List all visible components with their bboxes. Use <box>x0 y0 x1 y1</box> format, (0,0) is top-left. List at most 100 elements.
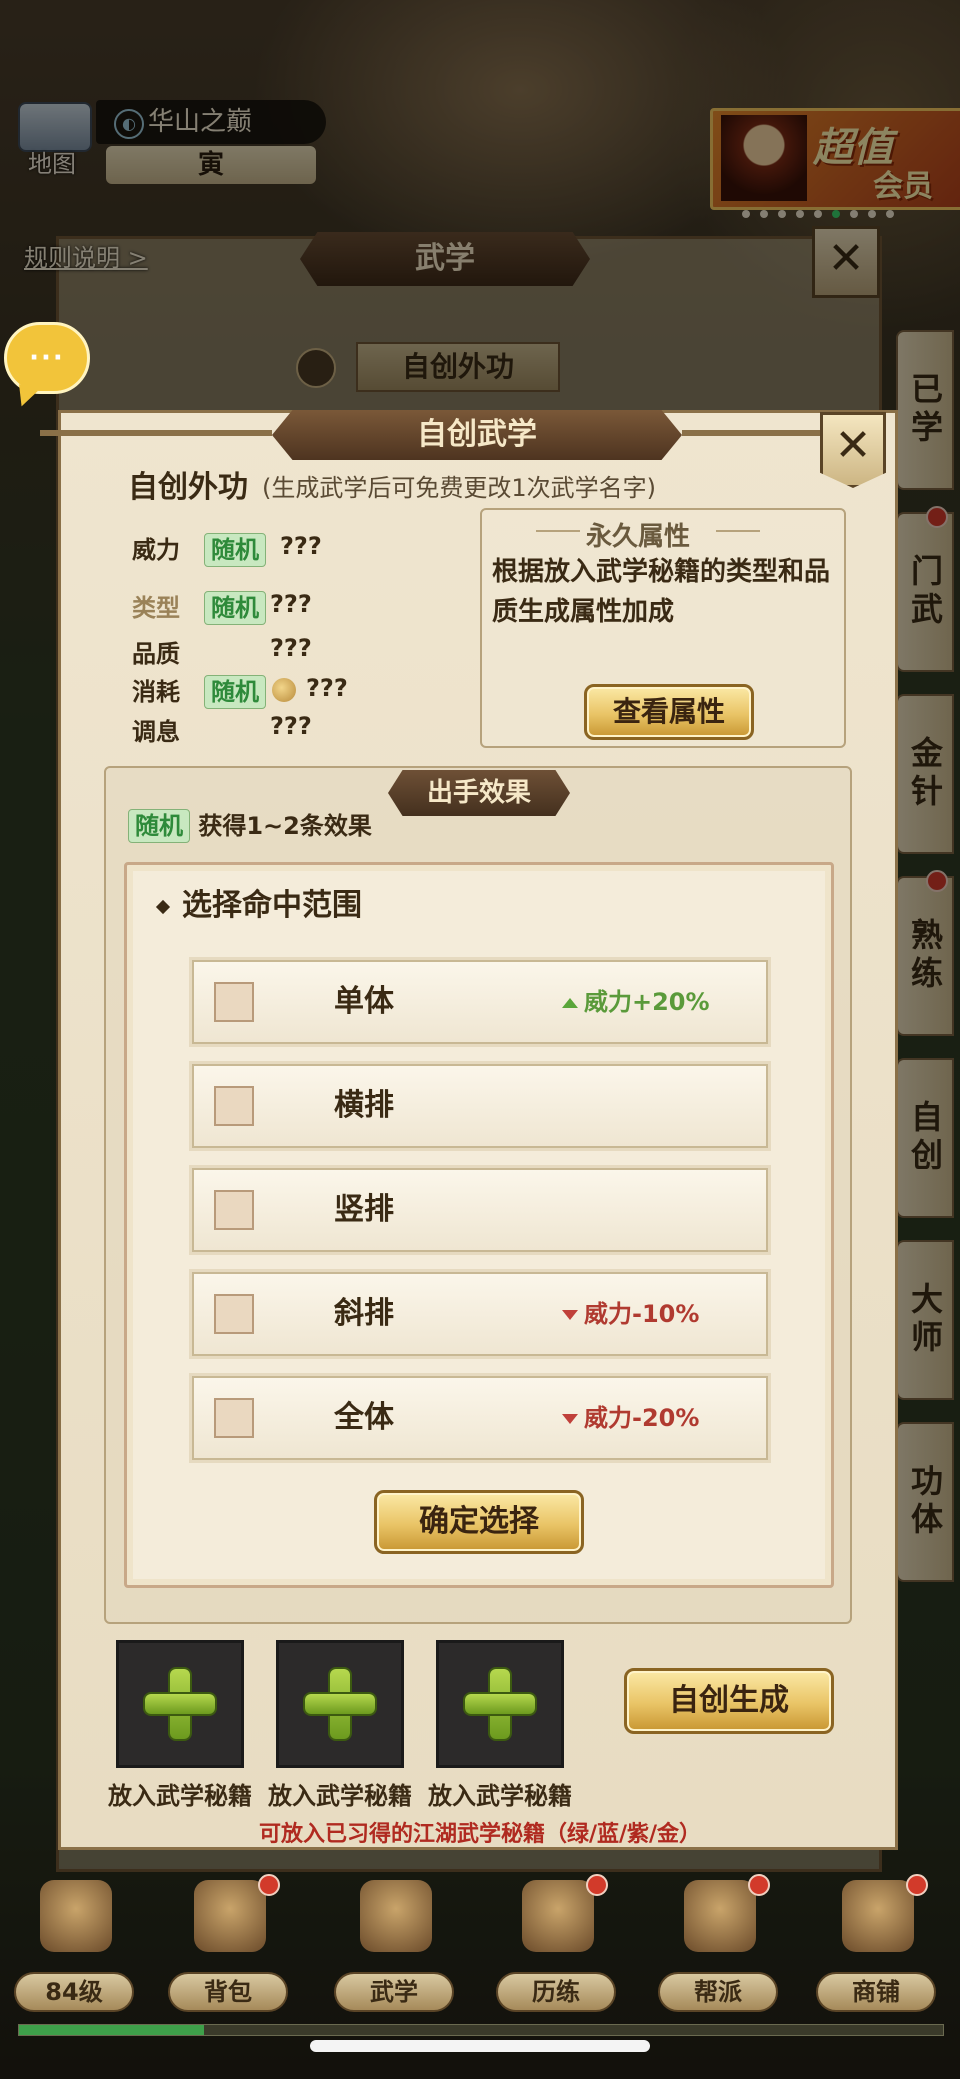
bottom-nav: 84级 背包 武学 历练 帮派 商铺 <box>0 1874 960 2020</box>
stat-label: 威力 <box>132 536 180 564</box>
skill-rename-note: (生成武学后可免费更改1次武学名字) <box>262 474 656 502</box>
diamond-bullet-icon <box>155 899 171 914</box>
hit-range-title: 选择命中范围 <box>155 880 362 924</box>
random-tag: 随机 <box>204 675 266 709</box>
manual-slot-label: 放入武学秘籍 <box>428 1782 572 1810</box>
stat-value: ??? <box>306 674 348 702</box>
notification-dot <box>906 1874 928 1896</box>
range-option-effect: 威力+20% <box>562 962 710 1042</box>
plus-icon <box>145 1669 215 1739</box>
nav-label: 商铺 <box>816 1972 936 2012</box>
notification-dot <box>258 1874 280 1896</box>
experience-fill <box>19 2025 204 2035</box>
nav-bag[interactable]: 背包 <box>164 1874 294 2012</box>
nav-skills[interactable]: 武学 <box>330 1880 460 2012</box>
range-checkbox[interactable] <box>214 1086 254 1126</box>
random-tag: 随机 <box>128 809 190 843</box>
effects-text: 获得1~2条效果 <box>198 812 372 840</box>
chat-bubble-button[interactable]: ··· <box>4 322 90 394</box>
range-option-effect-text: 威力+20% <box>584 988 710 1016</box>
range-option-name: 竖排 <box>334 1192 394 1227</box>
manual-slot[interactable] <box>116 1640 244 1768</box>
view-attributes-button[interactable]: 查看属性 <box>584 684 754 740</box>
title-ornament <box>716 530 760 532</box>
nav-label: 背包 <box>168 1972 288 2012</box>
range-option-single[interactable]: 单体 威力+20% <box>192 960 768 1044</box>
nav-label: 帮派 <box>658 1972 778 2012</box>
range-checkbox[interactable] <box>214 1190 254 1230</box>
manual-slot[interactable] <box>276 1640 404 1768</box>
skill-name: 自创外功 <box>128 470 248 505</box>
nav-shop[interactable]: 商铺 <box>812 1874 942 2012</box>
scroll-icon <box>360 1880 432 1952</box>
drum-icon <box>522 1880 594 1952</box>
modal-title: 自创武学 <box>272 410 682 460</box>
generate-skill-button[interactable]: 自创生成 <box>624 1668 834 1734</box>
range-checkbox[interactable] <box>214 1294 254 1334</box>
arrow-up-icon <box>562 998 578 1008</box>
range-checkbox[interactable] <box>214 982 254 1022</box>
random-tag: 随机 <box>204 533 266 567</box>
chat-icon: ··· <box>29 343 65 373</box>
bag-icon <box>194 1880 266 1952</box>
hit-range-title-text: 选择命中范围 <box>182 888 362 923</box>
nav-character[interactable]: 84级 <box>10 1880 140 2012</box>
stat-label: 类型 <box>132 594 180 622</box>
stat-value: ??? <box>270 634 312 662</box>
permanent-attributes-title: 永久属性 <box>586 522 691 552</box>
arrow-down-icon <box>562 1310 578 1320</box>
range-option-effect-text: 威力-20% <box>584 1404 700 1432</box>
nav-label: 武学 <box>334 1972 454 2012</box>
arrow-down-icon <box>562 1414 578 1424</box>
range-option-diagonal[interactable]: 斜排 威力-10% <box>192 1272 768 1356</box>
manual-slot-label: 放入武学秘籍 <box>108 1782 252 1810</box>
stat-value: ??? <box>270 590 312 618</box>
confirm-selection-button[interactable]: 确定选择 <box>374 1490 584 1554</box>
stat-label: 调息 <box>132 718 180 746</box>
stat-type: 类型 随机 <box>132 588 266 625</box>
range-option-name: 斜排 <box>334 1296 394 1331</box>
modal-close-icon[interactable]: ✕ <box>820 412 886 488</box>
coin-icon <box>272 678 296 702</box>
manual-slot[interactable] <box>436 1640 564 1768</box>
banner-icon <box>684 1880 756 1952</box>
title-ornament <box>536 530 580 532</box>
notification-dot <box>586 1874 608 1896</box>
notification-dot <box>748 1874 770 1896</box>
range-checkbox[interactable] <box>214 1398 254 1438</box>
stat-cost: 消耗 随机 <box>132 672 266 709</box>
range-option-effect-text: 威力-10% <box>584 1300 700 1328</box>
nav-label: 84级 <box>14 1972 134 2012</box>
stat-value: ??? <box>280 532 322 560</box>
manual-slot-label: 放入武学秘籍 <box>268 1782 412 1810</box>
range-option-effect: 威力-10% <box>562 1274 699 1354</box>
home-indicator[interactable] <box>310 2040 650 2052</box>
stat-power: 威力 随机 <box>132 530 266 567</box>
experience-bar <box>18 2024 944 2036</box>
permanent-attributes-text: 根据放入武学秘籍的类型和品质生成属性加成 <box>492 557 831 627</box>
shop-icon <box>842 1880 914 1952</box>
stat-label: 品质 <box>132 640 180 668</box>
range-option-row[interactable]: 横排 <box>192 1064 768 1148</box>
nav-guild[interactable]: 帮派 <box>654 1874 784 2012</box>
range-option-column[interactable]: 竖排 <box>192 1168 768 1252</box>
random-tag: 随机 <box>204 591 266 625</box>
range-option-name: 单体 <box>334 984 394 1019</box>
range-option-name: 全体 <box>334 1400 394 1435</box>
character-icon <box>40 1880 112 1952</box>
title-ornament <box>40 430 272 436</box>
nav-label: 历练 <box>496 1972 616 2012</box>
effects-summary: 随机 获得1~2条效果 <box>126 806 372 843</box>
range-option-name: 横排 <box>334 1088 394 1123</box>
plus-icon <box>465 1669 535 1739</box>
stat-regen: 调息 <box>132 712 202 748</box>
range-option-all[interactable]: 全体 威力-20% <box>192 1376 768 1460</box>
range-option-effect: 威力-20% <box>562 1378 699 1458</box>
plus-icon <box>305 1669 375 1739</box>
stat-label: 消耗 <box>132 678 180 706</box>
effects-title: 出手效果 <box>388 770 570 816</box>
title-ornament <box>682 430 822 436</box>
stat-quality: 品质 <box>132 634 202 670</box>
nav-training[interactable]: 历练 <box>492 1874 622 2012</box>
stat-value: ??? <box>270 712 312 740</box>
